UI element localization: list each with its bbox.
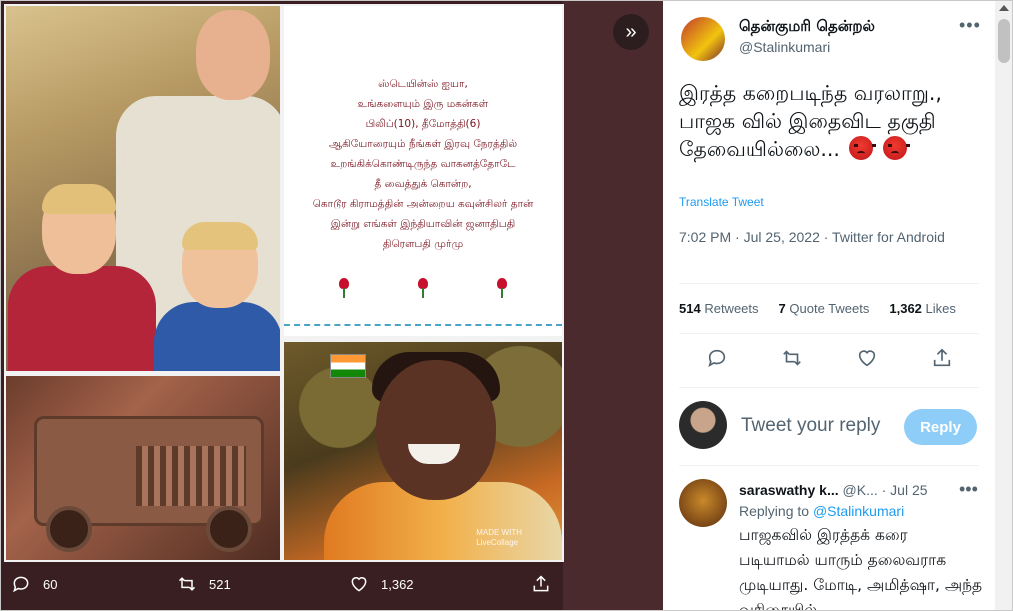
divider	[679, 333, 979, 334]
roses	[284, 278, 562, 298]
portrait-photo: MADE WITH LiveCollage	[284, 342, 562, 560]
livecollage-watermark: MADE WITH LiveCollage	[476, 528, 522, 547]
author-display-name[interactable]: தென்குமரி தென்றல்	[739, 17, 875, 37]
tweet-stats: 514 Retweets 7 Quote Tweets 1,362 Likes	[679, 301, 956, 316]
reply-text: பாஜகவில் இரத்தக் கரை படியாமல் யாரும் தலை…	[739, 526, 983, 611]
media-viewer: ஸ்டெயின்ஸ் ஐயா, உங்களையும் இரு மகன்கள் ப…	[1, 1, 663, 610]
family-photo	[6, 6, 280, 371]
angry-face-icon	[883, 136, 911, 160]
replying-to: Replying to @Stalinkumari	[739, 503, 905, 519]
burnt-jeep-photo	[6, 376, 280, 560]
current-user-avatar[interactable]	[679, 401, 727, 449]
collapse-panel-button[interactable]: »	[613, 14, 649, 50]
divider	[679, 465, 979, 466]
retweet-icon	[178, 577, 196, 591]
scroll-thumb[interactable]	[998, 19, 1010, 63]
rose-icon	[337, 278, 351, 298]
tweet-timestamp[interactable]: 7:02 PM · Jul 25, 2022 · Twitter for And…	[679, 227, 969, 247]
rose-icon	[416, 278, 430, 298]
translate-tweet-link[interactable]: Translate Tweet	[679, 195, 764, 209]
replying-to-link[interactable]: @Stalinkumari	[813, 503, 904, 519]
author-avatar[interactable]	[679, 15, 727, 63]
reply-icon[interactable]	[706, 347, 728, 369]
heart-icon	[351, 577, 367, 592]
share-icon[interactable]	[931, 347, 953, 369]
scrollbar[interactable]	[995, 1, 1012, 610]
background-page-ghost	[563, 1, 663, 610]
reply-author-avatar[interactable]	[679, 479, 727, 527]
scroll-up-icon[interactable]	[999, 5, 1009, 11]
divider	[679, 387, 979, 388]
rose-icon	[495, 278, 509, 298]
reply-count: 60	[43, 576, 58, 592]
quote-tweets-stat[interactable]: 7 Quote Tweets	[779, 301, 870, 316]
collage-text-panel: ஸ்டெயின்ஸ் ஐயா, உங்களையும் இரு மகன்கள் ப…	[284, 6, 562, 336]
reply-action[interactable]: 60	[11, 574, 57, 594]
more-options-icon[interactable]: •••	[959, 479, 978, 500]
india-flag-icon	[330, 354, 366, 378]
divider	[679, 283, 979, 284]
retweet-count: 521	[209, 576, 231, 592]
tweet-text: இரத்த கறைபடிந்த வரலாறு., பாஜக வில் இதைவி…	[679, 81, 942, 161]
retweet-action[interactable]: 521	[177, 574, 231, 594]
reply-icon	[13, 576, 29, 593]
share-icon	[533, 575, 549, 592]
heart-icon[interactable]	[856, 347, 878, 369]
more-options-icon[interactable]: •••	[959, 15, 981, 36]
likes-stat[interactable]: 1,362 Likes	[889, 301, 956, 316]
like-count: 1,362	[381, 576, 414, 592]
media-action-bar: 60 521 1,362	[1, 566, 563, 606]
collage-image[interactable]: ஸ்டெயின்ஸ் ஐயா, உங்களையும் இரு மகன்கள் ப…	[4, 4, 564, 562]
tweet-modal: ஸ்டெயின்ஸ் ஐயா, உங்களையும் இரு மகன்கள் ப…	[0, 0, 1013, 611]
tweet-detail-pane: தென்குமரி தென்றல் @Stalinkumari ••• இரத்…	[663, 1, 995, 611]
angry-face-icon	[849, 136, 877, 160]
share-action[interactable]	[531, 574, 551, 594]
like-action[interactable]: 1,362	[349, 574, 414, 594]
retweet-icon[interactable]	[781, 347, 803, 369]
collage-text: ஸ்டெயின்ஸ் ஐயா, உங்களையும் இரு மகன்கள் ப…	[312, 78, 534, 250]
reply-button[interactable]: Reply	[904, 409, 977, 445]
reply-input[interactable]: Tweet your reply	[741, 415, 880, 437]
reply-author[interactable]: saraswathy k... @K... · Jul 25	[739, 482, 928, 498]
author-handle[interactable]: @Stalinkumari	[739, 39, 830, 55]
dashed-divider	[284, 324, 562, 326]
tweet-actions	[679, 347, 979, 369]
retweets-stat[interactable]: 514 Retweets	[679, 301, 759, 316]
